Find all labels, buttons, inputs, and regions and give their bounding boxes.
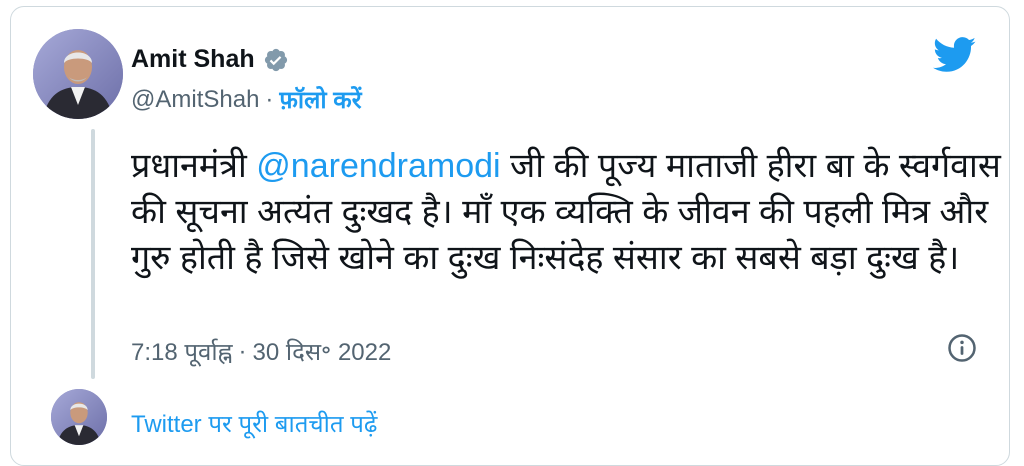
- author-handle[interactable]: @AmitShah: [131, 86, 259, 114]
- tweet-embed-card: Amit Shah @AmitShah · फ़ॉलो करें प्रधानम…: [10, 6, 1010, 466]
- tweet-time: 7:18 पूर्वाह्न: [131, 339, 233, 366]
- info-icon[interactable]: [947, 333, 977, 363]
- follow-button[interactable]: फ़ॉलो करें: [279, 83, 361, 116]
- author-handle-row: @AmitShah · फ़ॉलो करें: [131, 83, 362, 116]
- author-name-row: Amit Shah: [131, 45, 289, 74]
- thread-line: [91, 129, 95, 379]
- twitter-bird-icon[interactable]: [933, 37, 977, 73]
- thread-author-avatar[interactable]: [51, 389, 107, 445]
- timestamp-separator: ·: [238, 337, 247, 365]
- tweet-date: 30 दिस॰ 2022: [252, 339, 392, 366]
- tweet-timestamp[interactable]: 7:18 पूर्वाह्न · 30 दिस॰ 2022: [131, 335, 391, 368]
- tweet-text-start: प्रधानमंत्री: [131, 147, 257, 185]
- tweet-text: प्रधानमंत्री @narendramodi जी की पूज्य म…: [131, 143, 1001, 281]
- author-name[interactable]: Amit Shah: [131, 45, 255, 74]
- handle-separator: ·: [265, 85, 274, 113]
- mention-link[interactable]: @narendramodi: [256, 147, 500, 185]
- verified-badge-icon: [264, 48, 287, 71]
- author-avatar[interactable]: [33, 29, 123, 119]
- read-full-conversation-link[interactable]: Twitter पर पूरी बातचीत पढ़ें: [131, 407, 377, 440]
